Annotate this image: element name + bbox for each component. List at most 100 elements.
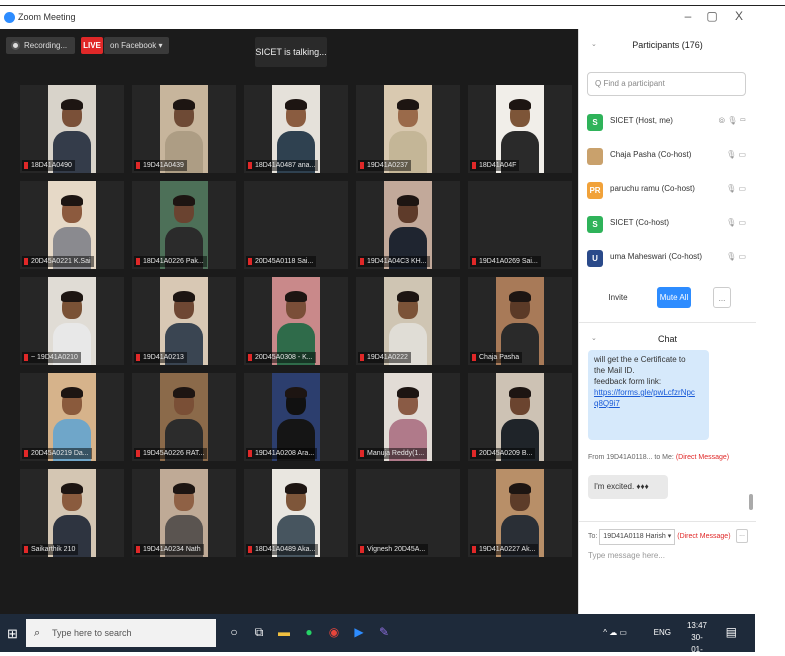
chevron-down-icon[interactable]: ⌄ (591, 329, 597, 349)
chrome-icon[interactable]: ◉ (324, 622, 344, 642)
file-explorer-icon[interactable]: ▬ (274, 622, 294, 642)
video-tile[interactable]: 20D45A0209 B... (468, 373, 572, 461)
start-icon[interactable]: ⊞ (7, 626, 18, 642)
video-tile[interactable]: 20D45A0219 Da... (20, 373, 124, 461)
taskbar-search-input[interactable]: ⌕ Type here to search (26, 619, 216, 647)
participants-title: Participants (176) (632, 40, 703, 50)
search-icon: ⌕ (34, 627, 41, 639)
minimize-button[interactable]: – (681, 9, 695, 23)
video-tile-name: 18D41A0490 (22, 160, 75, 171)
video-tile[interactable]: Chaja Pasha (468, 277, 572, 365)
chat-more-button[interactable]: ... (736, 529, 748, 543)
mute-all-button[interactable]: Mute All (657, 287, 691, 308)
invite-button[interactable]: Invite (601, 287, 635, 308)
chat-message-line: will get the e Certificate to (594, 355, 686, 364)
screen: Zoom Meeting – ▢ X Recording... LIVE on … (0, 0, 785, 656)
talking-indicator: SICET is talking... (255, 37, 327, 67)
video-tile[interactable]: 18D41A0490 (20, 85, 124, 173)
recipient-dm-tag: (Direct Message) (677, 533, 731, 540)
video-tile-name: 20D45A0221 K.Sai (22, 256, 94, 267)
cortana-icon[interactable]: ○ (224, 622, 244, 642)
participant-row[interactable]: Uuma Maheswari (Co-host) 🎙 ▭ (579, 241, 756, 275)
avatar: PR (587, 182, 603, 199)
video-tile-name: 19D41A0439 (134, 160, 187, 171)
participant-status-icons: 🎙 ▭ (726, 184, 746, 193)
video-tile[interactable]: 19D45A0226 RAT... (132, 373, 236, 461)
video-tile[interactable]: 19D41A0208 Ara... (244, 373, 348, 461)
participant-row[interactable]: S SICET (Host, me) ⦾ 🎙 ▭ (579, 105, 756, 139)
video-tile-name: 19D41A0208 Ara... (246, 448, 318, 459)
video-tile[interactable]: ~ 19D41A0210 (20, 277, 124, 365)
participant-status-icons: ⦾ 🎙 ▭ (718, 116, 746, 125)
video-tile-name: Saikarthik 210 (22, 544, 79, 555)
video-tile-name: 18D41A0489 Aka... (246, 544, 319, 555)
language-indicator[interactable]: ENG (654, 628, 671, 637)
window-titlebar: Zoom Meeting – ▢ X (0, 7, 755, 29)
recipient-select[interactable]: 19D41A0118 Harish ▾ (599, 529, 676, 545)
video-tile-name: 19D41A0222 (358, 352, 411, 363)
video-tile[interactable]: 18D41A04F (468, 85, 572, 173)
clock[interactable]: 13:47 30-01-2021 (687, 620, 707, 656)
paint-icon[interactable]: ✎ (374, 622, 394, 642)
task-view-icon[interactable]: ⧉ (249, 622, 269, 642)
chat-message-input[interactable]: Type message here... (588, 551, 665, 560)
video-tile[interactable]: 20D45A0221 K.Sai (20, 181, 124, 269)
video-tile-name: 18D41A0226 Pak... (134, 256, 207, 267)
direct-message-tag: (Direct Message) (675, 454, 730, 461)
video-tile[interactable]: Manuja Reddy(1... (356, 373, 460, 461)
top-rule (0, 5, 785, 6)
video-tile-name: 18D41A04F (470, 160, 520, 171)
participant-row[interactable]: PR paruchu ramu (Co-host) 🎙 ▭ (579, 173, 756, 207)
video-tile[interactable]: 19D41A0439 (132, 85, 236, 173)
avatar: U (587, 250, 603, 267)
zoom-icon[interactable]: ▶ (349, 622, 369, 642)
participant-row[interactable]: Chaja Pasha (Co-host) 🎙 ▭ (579, 139, 756, 173)
tray-icons[interactable]: ^ ☁ ▭ (603, 628, 627, 637)
video-tile-name: 19D41A0227 Ak... (470, 544, 539, 555)
video-tile-name: 19D41A04C3 KH... (358, 256, 430, 267)
feedback-link[interactable]: https://forms.gle/pwLcfzrNpc (594, 387, 703, 398)
participant-list: S SICET (Host, me) ⦾ 🎙 ▭ Chaja Pasha (Co-ho… (579, 105, 756, 275)
video-tile-name: 20D45A0308 - K... (246, 352, 316, 363)
video-tile-name: 18D41A0487 ana... (246, 160, 319, 171)
meeting-area: Recording... LIVE on Facebook ▾ SICET is… (0, 29, 578, 614)
video-tile[interactable]: 19D41A0234 Nath (132, 469, 236, 557)
video-tile[interactable]: 18D41A0226 Pak... (132, 181, 236, 269)
live-target-dropdown[interactable]: on Facebook ▾ (104, 37, 169, 54)
video-tile[interactable]: 18D41A0489 Aka... (244, 469, 348, 557)
maximize-button[interactable]: ▢ (705, 9, 719, 23)
feedback-link-tail[interactable]: q8Q9i7 (594, 398, 703, 409)
participant-status-icons: 🎙 ▭ (726, 252, 746, 261)
chat-divider (579, 521, 756, 522)
video-tile[interactable]: 19D41A0237 (356, 85, 460, 173)
chat-title: Chat (657, 334, 677, 344)
more-options-button[interactable]: ... (713, 287, 731, 308)
video-tile-name: 19D41A0237 (358, 160, 411, 171)
video-tile[interactable]: 19D41A0213 (132, 277, 236, 365)
video-tile[interactable]: 19D41A0269 Sai... (468, 181, 572, 269)
whatsapp-icon[interactable]: ● (299, 622, 319, 642)
video-tile[interactable]: 19D41A0227 Ak... (468, 469, 572, 557)
video-tile[interactable]: Vignesh 20D45A... (356, 469, 460, 557)
video-tile[interactable]: 20D45A0118 Sai... (244, 181, 348, 269)
video-tile-name: 19D41A0213 (134, 352, 187, 363)
chat-message-line: feedback form link: (594, 377, 662, 386)
participant-search-input[interactable]: Q Find a participant (587, 72, 746, 96)
side-panel: ⌄ Participants (176) Q Find a participan… (578, 29, 756, 614)
notification-icon[interactable]: ▤ (726, 625, 737, 639)
video-tile[interactable]: 20D45A0308 - K... (244, 277, 348, 365)
chevron-down-icon[interactable]: ⌄ (591, 35, 597, 55)
video-tile[interactable]: 19D41A04C3 KH... (356, 181, 460, 269)
video-tile[interactable]: Saikarthik 210 (20, 469, 124, 557)
window-title: Zoom Meeting (18, 12, 76, 22)
taskbar-search-placeholder: Type here to search (52, 628, 132, 638)
participant-row[interactable]: S SICET (Co-host) 🎙 ▭ (579, 207, 756, 241)
close-button[interactable]: X (732, 9, 746, 23)
video-tile-name: 20D45A0219 Da... (22, 448, 92, 459)
avatar (587, 148, 603, 165)
chat-scrollbar[interactable] (749, 494, 753, 510)
video-tile[interactable]: 19D41A0222 (356, 277, 460, 365)
video-tile[interactable]: 18D41A0487 ana... (244, 85, 348, 173)
participant-status-icons: 🎙 ▭ (726, 218, 746, 227)
recording-indicator[interactable]: Recording... (6, 37, 76, 54)
